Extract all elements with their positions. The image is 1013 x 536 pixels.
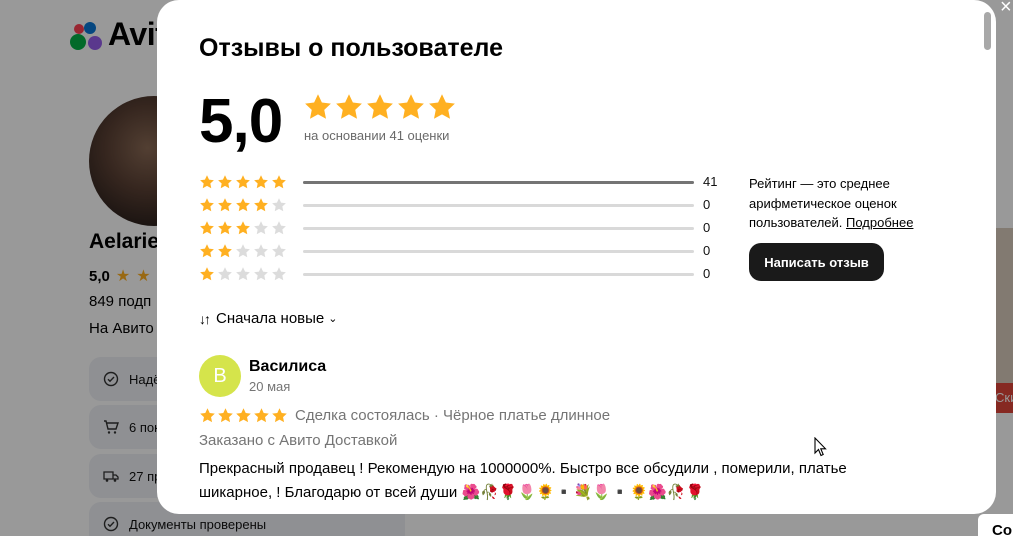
distribution-count: 0 <box>703 197 711 212</box>
star-icon <box>199 243 215 259</box>
distribution-bar <box>303 273 694 276</box>
review-meta: Сделка состоялась · Чёрное платье длинно… <box>199 407 610 424</box>
close-icon[interactable]: × <box>1000 0 1012 19</box>
star-icon <box>235 174 251 190</box>
star-icon <box>427 92 457 122</box>
distribution-count: 0 <box>703 220 711 235</box>
rating-distribution: 41 0 0 0 0 <box>199 173 719 288</box>
distribution-stars <box>199 220 287 236</box>
rating-note: Рейтинг — это среднее арифметическое оце… <box>749 174 949 233</box>
write-review-button[interactable]: Написать отзыв <box>749 243 884 281</box>
star-icon <box>271 174 287 190</box>
review-text: Прекрасный продавец ! Рекомендую на 1000… <box>199 460 847 501</box>
star-icon <box>217 243 233 259</box>
deal-info: Сделка состоялась · Чёрное платье длинно… <box>295 407 611 424</box>
distribution-row-2: 0 <box>199 242 719 265</box>
star-icon <box>271 220 287 236</box>
distribution-row-3: 0 <box>199 219 719 242</box>
star-icon <box>217 197 233 213</box>
mouse-pointer-icon <box>814 437 827 457</box>
star-icon <box>365 92 395 122</box>
distribution-row-5: 41 <box>199 173 719 196</box>
star-icon <box>217 174 233 190</box>
modal-title: Отзывы о пользователе <box>199 34 503 62</box>
star-icon <box>303 92 333 122</box>
bottom-action-button[interactable]: Со <box>978 514 1013 536</box>
star-icon <box>271 243 287 259</box>
average-score: 5,0 <box>199 87 283 156</box>
review-stars <box>199 407 288 424</box>
distribution-count: 0 <box>703 266 711 281</box>
star-icon <box>217 407 234 424</box>
distribution-count: 41 <box>703 174 718 189</box>
sort-label: Сначала новые <box>216 310 325 327</box>
star-icon <box>235 266 251 282</box>
star-icon <box>271 266 287 282</box>
star-icon <box>253 243 269 259</box>
distribution-bar <box>303 227 694 230</box>
star-icon <box>271 407 288 424</box>
star-icon <box>334 92 364 122</box>
distribution-stars <box>199 174 287 190</box>
reviewer-name[interactable]: Василиса <box>249 358 326 376</box>
distribution-row-4: 0 <box>199 196 719 219</box>
distribution-bar <box>303 204 694 207</box>
star-icon <box>253 197 269 213</box>
star-icon <box>217 220 233 236</box>
sort-arrows-icon: ↓↑ <box>199 310 211 327</box>
star-icon <box>217 266 233 282</box>
chevron-down-icon: ⌄ <box>328 313 338 325</box>
review-date: 20 мая <box>249 379 291 394</box>
distribution-stars <box>199 197 287 213</box>
star-icon <box>199 174 215 190</box>
reviews-modal: Отзывы о пользователе 5,0 на основании 4… <box>157 0 996 514</box>
distribution-stars <box>199 266 287 282</box>
ratings-count: на основании 41 оценки <box>304 128 450 143</box>
star-icon <box>199 407 216 424</box>
reviewer-avatar[interactable]: В <box>199 355 241 397</box>
star-icon <box>199 220 215 236</box>
star-icon <box>396 92 426 122</box>
star-icon <box>253 407 270 424</box>
distribution-bar-fill <box>303 181 694 184</box>
star-icon <box>253 266 269 282</box>
modal-scrollbar[interactable] <box>984 12 991 50</box>
distribution-bar <box>303 250 694 253</box>
star-icon <box>271 197 287 213</box>
distribution-stars <box>199 243 287 259</box>
star-icon <box>235 243 251 259</box>
delivery-info: Заказано с Авито Доставкой <box>199 432 398 449</box>
sort-dropdown[interactable]: ↓↑ Сначала новые ⌄ <box>199 310 338 327</box>
distribution-bar <box>303 181 694 184</box>
star-icon <box>235 197 251 213</box>
star-icon <box>235 407 252 424</box>
distribution-row-1: 0 <box>199 265 719 288</box>
distribution-count: 0 <box>703 243 711 258</box>
star-icon <box>199 197 215 213</box>
learn-more-link[interactable]: Подробнее <box>846 215 913 230</box>
star-icon <box>199 266 215 282</box>
star-icon <box>235 220 251 236</box>
average-stars <box>303 92 457 122</box>
star-icon <box>253 174 269 190</box>
star-icon <box>253 220 269 236</box>
